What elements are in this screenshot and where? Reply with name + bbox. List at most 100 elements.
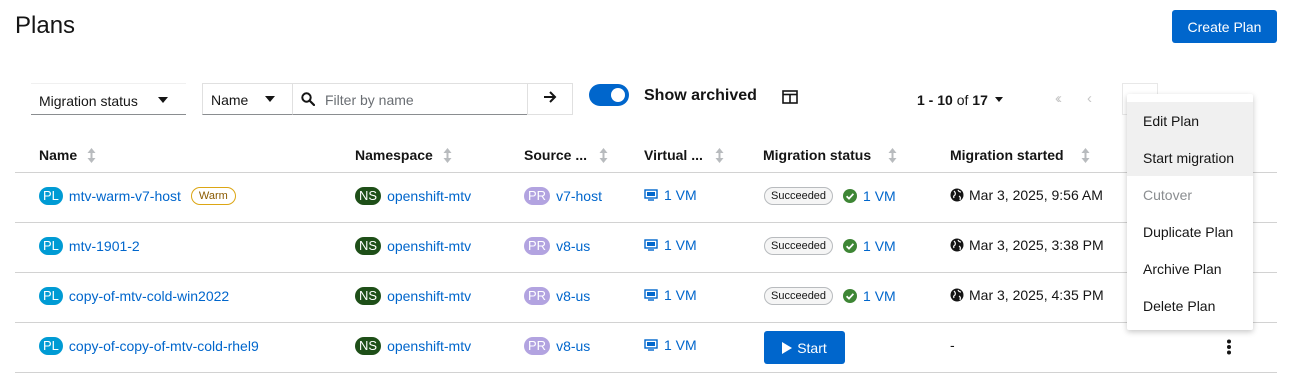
col-header-name[interactable]: Name xyxy=(39,147,96,163)
status-cell: Succeeded 1 VM xyxy=(764,187,896,205)
status-badge: Succeeded xyxy=(764,237,834,255)
source-cell: PR v8-us xyxy=(524,337,590,355)
source-provider-link[interactable]: v8-us xyxy=(556,288,590,304)
plan-kind-badge: PL xyxy=(39,287,63,305)
table-divider xyxy=(15,322,1277,323)
namespace-link[interactable]: openshift-mtv xyxy=(387,188,471,204)
plan-name-link[interactable]: mtv-warm-v7-host xyxy=(69,188,181,204)
start-migration-button[interactable]: Start xyxy=(764,331,845,364)
kebab-menu-icon[interactable] xyxy=(1226,339,1232,360)
namespace-link[interactable]: openshift-mtv xyxy=(387,338,471,354)
menu-item-archive-plan[interactable]: Archive Plan xyxy=(1127,250,1253,287)
source-cell: PR v8-us xyxy=(524,287,590,305)
filter-attribute-select[interactable]: Name xyxy=(202,83,293,115)
namespace-link[interactable]: openshift-mtv xyxy=(387,238,471,254)
started-time: Mar 3, 2025, 4:35 PM xyxy=(969,287,1104,303)
previous-page-icon[interactable]: ‹ xyxy=(1087,90,1092,107)
col-header-label: Virtual ... xyxy=(644,147,703,163)
create-plan-button[interactable]: Create Plan xyxy=(1172,10,1277,43)
vms-link[interactable]: 1 VM xyxy=(664,287,697,303)
provider-kind-badge: PR xyxy=(524,187,551,205)
menu-item-duplicate-plan[interactable]: Duplicate Plan xyxy=(1127,213,1253,250)
status-cell: Succeeded 1 VM xyxy=(764,287,896,305)
caret-down-icon xyxy=(265,96,275,102)
started-time: Mar 3, 2025, 3:38 PM xyxy=(969,237,1104,253)
namespace-link[interactable]: openshift-mtv xyxy=(387,288,471,304)
menu-item-delete-plan[interactable]: Delete Plan xyxy=(1127,287,1253,324)
started-cell: Mar 3, 2025, 4:35 PM xyxy=(950,287,1104,303)
pagination-total: 17 xyxy=(972,92,988,108)
show-archived-toggle[interactable] xyxy=(589,84,629,106)
source-provider-link[interactable]: v8-us xyxy=(556,238,590,254)
sort-icon xyxy=(715,147,724,163)
col-header-migration-started[interactable]: Migration started xyxy=(950,147,1090,163)
plan-name-link[interactable]: copy-of-copy-of-mtv-cold-rhel9 xyxy=(69,338,259,354)
pagination-toggle[interactable]: 1 - 10 of 17 xyxy=(917,92,988,108)
vms-link[interactable]: 1 VM xyxy=(664,337,697,353)
migration-status-filter[interactable]: Migration status xyxy=(31,83,186,115)
caret-down-icon xyxy=(158,97,168,103)
namespace-cell: NS openshift-mtv xyxy=(355,237,471,255)
plan-kind-badge: PL xyxy=(39,337,63,355)
sort-icon xyxy=(1081,147,1090,163)
plan-name-link[interactable]: mtv-1901-2 xyxy=(69,238,140,254)
vms-link[interactable]: 1 VM xyxy=(664,237,697,253)
monitor-icon xyxy=(644,339,658,351)
status-vms-link[interactable]: 1 VM xyxy=(863,288,896,304)
col-header-label: Source ... xyxy=(524,147,588,163)
caret-down-icon[interactable] xyxy=(995,97,1003,102)
monitor-icon xyxy=(644,289,658,301)
table-divider xyxy=(15,272,1277,273)
manage-columns-icon[interactable] xyxy=(782,90,798,109)
started-cell: Mar 3, 2025, 3:38 PM xyxy=(950,237,1104,253)
status-cell: Succeeded 1 VM xyxy=(764,237,896,255)
sort-icon xyxy=(87,147,96,163)
source-provider-link[interactable]: v8-us xyxy=(556,338,590,354)
plan-name-link[interactable]: copy-of-mtv-cold-win2022 xyxy=(69,288,229,304)
globe-icon xyxy=(950,188,964,202)
started-cell: - xyxy=(950,337,955,353)
vms-cell: 1 VM xyxy=(644,287,697,303)
migration-status-filter-label: Migration status xyxy=(39,93,138,109)
pagination-range: 1 - 10 xyxy=(917,92,953,108)
first-page-icon[interactable]: ‹‹ xyxy=(1055,90,1062,107)
check-circle-icon xyxy=(843,189,858,203)
sort-icon xyxy=(443,147,452,163)
namespace-cell: NS openshift-mtv xyxy=(355,337,471,355)
started-cell: Mar 3, 2025, 9:56 AM xyxy=(950,187,1103,203)
toggle-knob xyxy=(611,88,625,102)
provider-kind-badge: PR xyxy=(524,287,551,305)
col-header-source[interactable]: Source ... xyxy=(524,147,608,163)
col-header-migration-status[interactable]: Migration status xyxy=(763,147,897,163)
page-title: Plans xyxy=(15,12,76,39)
status-vms-link[interactable]: 1 VM xyxy=(863,238,896,254)
search-submit-button[interactable] xyxy=(527,83,573,115)
menu-item-start-migration[interactable]: Start migration xyxy=(1127,139,1253,176)
monitor-icon xyxy=(644,239,658,251)
started-time: - xyxy=(950,337,955,353)
vms-link[interactable]: 1 VM xyxy=(664,187,697,203)
arrow-right-icon xyxy=(543,90,557,109)
col-header-virtual-machines[interactable]: Virtual ... xyxy=(644,147,724,163)
filter-attribute-label: Name xyxy=(211,92,249,108)
col-header-namespace[interactable]: Namespace xyxy=(355,147,452,163)
table-divider xyxy=(15,372,1277,373)
check-circle-icon xyxy=(843,289,858,303)
plan-name-cell: PL copy-of-mtv-cold-win2022 xyxy=(39,287,229,305)
menu-item-cutover: Cutover xyxy=(1143,186,1193,203)
plan-actions-menu: Edit Plan Start migration Cutover Duplic… xyxy=(1127,94,1253,330)
search-input[interactable] xyxy=(323,90,522,110)
status-vms-link[interactable]: 1 VM xyxy=(863,188,896,204)
sort-icon xyxy=(599,147,608,163)
namespace-kind-badge: NS xyxy=(355,287,382,305)
menu-item-edit-plan[interactable]: Edit Plan xyxy=(1127,102,1253,139)
col-header-label: Migration started xyxy=(950,147,1064,163)
plan-name-cell: PL mtv-warm-v7-host Warm xyxy=(39,187,236,205)
provider-kind-badge: PR xyxy=(524,337,551,355)
plan-name-cell: PL copy-of-copy-of-mtv-cold-rhel9 xyxy=(39,337,259,355)
plan-name-cell: PL mtv-1901-2 xyxy=(39,237,140,255)
source-provider-link[interactable]: v7-host xyxy=(556,188,602,204)
search-field[interactable] xyxy=(292,83,528,115)
started-time: Mar 3, 2025, 9:56 AM xyxy=(969,187,1103,203)
globe-icon xyxy=(950,238,964,252)
